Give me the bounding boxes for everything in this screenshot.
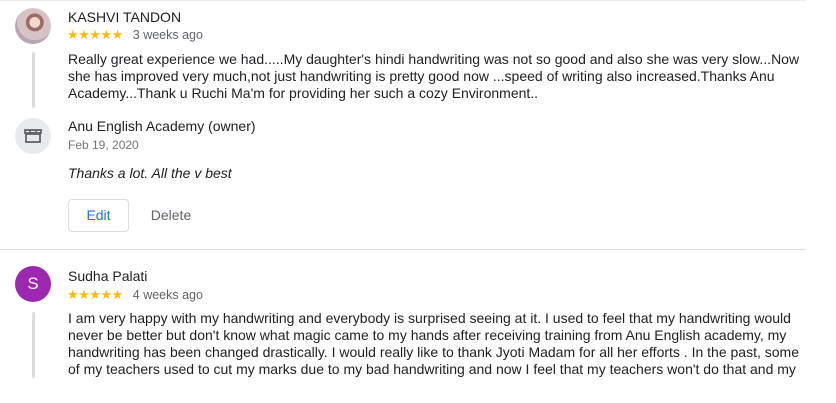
reviewer-name[interactable]: KASHVI TANDON xyxy=(68,8,181,26)
review-text: I am very happy with my handwriting and … xyxy=(68,310,799,377)
review-date: 4 weeks ago xyxy=(132,288,203,302)
reviewer-avatar[interactable]: S xyxy=(15,266,51,302)
storefront-icon xyxy=(24,129,42,143)
reviewer-avatar[interactable] xyxy=(15,8,51,44)
review-divider xyxy=(0,249,806,250)
star-rating: ★★★★★ xyxy=(67,287,123,302)
owner-reply-text: Thanks a lot. All the v best xyxy=(68,165,232,181)
delete-button[interactable]: Delete xyxy=(136,199,206,232)
rating-row: ★★★★★ 4 weeks ago xyxy=(67,286,203,304)
rating-row: ★★★★★ 3 weeks ago xyxy=(67,26,203,44)
thread-line xyxy=(32,312,35,378)
owner-name: Anu English Academy (owner) xyxy=(68,118,256,134)
thread-line xyxy=(32,52,35,108)
review-date: 3 weeks ago xyxy=(132,28,203,42)
reviews-panel: KASHVI TANDON ★★★★★ 3 weeks ago Really g… xyxy=(0,0,836,403)
edit-button[interactable]: Edit xyxy=(68,199,129,232)
reviewer-name[interactable]: Sudha Palati xyxy=(68,267,147,285)
star-rating: ★★★★★ xyxy=(67,27,123,42)
owner-reply-date: Feb 19, 2020 xyxy=(68,138,139,152)
top-divider xyxy=(0,0,806,1)
review-text: Really great experience we had.....My da… xyxy=(68,51,800,101)
store-icon xyxy=(15,118,51,154)
